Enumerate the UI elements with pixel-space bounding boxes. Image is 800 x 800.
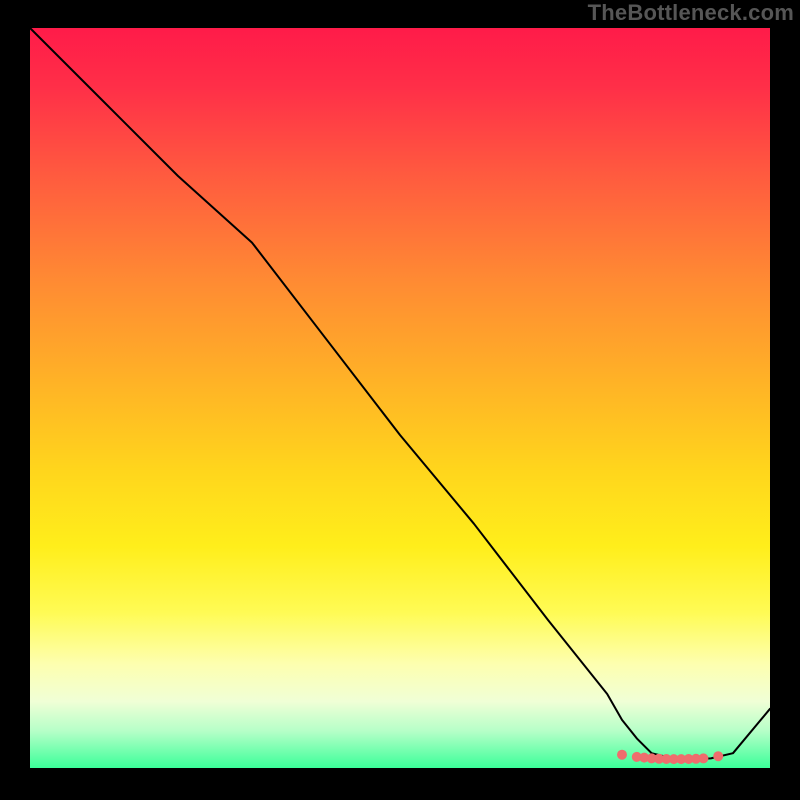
chart-frame: TheBottleneck.com xyxy=(0,0,800,800)
bottleneck-curve xyxy=(30,28,770,759)
nearzero-marker xyxy=(699,754,708,763)
nearzero-marker xyxy=(618,750,627,759)
plot-area xyxy=(30,28,770,768)
nearzero-marker xyxy=(714,752,723,761)
chart-svg xyxy=(30,28,770,768)
nearzero-marker-group xyxy=(618,750,723,763)
watermark-text: TheBottleneck.com xyxy=(588,0,794,26)
